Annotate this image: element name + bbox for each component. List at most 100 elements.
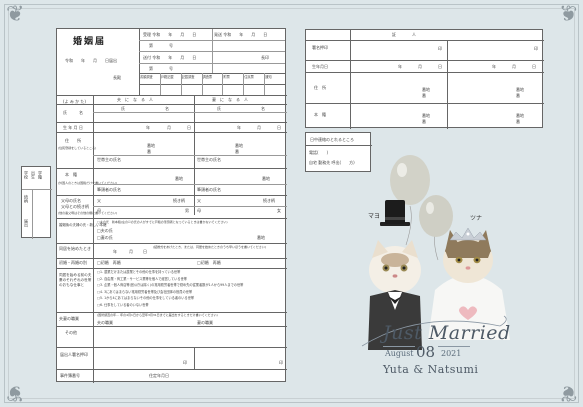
occupation-option-2[interactable]: □2. 自由業・商工業・サービス業等を個人で経営している世帯 [97, 277, 187, 281]
cat-tag-groom: マヨ [368, 213, 381, 220]
form-addressee: 長殿 [113, 75, 121, 80]
wife-header: 妻 に な る 人 [212, 97, 248, 102]
receipt-check-3: 調査票 [202, 75, 213, 79]
receipt-number-2: 第 号 [149, 66, 173, 71]
wife-daughter: 女 [277, 208, 281, 213]
parents-sublabel: 父母との続き柄 [61, 204, 89, 209]
honseki-label: 本 籍 [65, 172, 77, 177]
receipt-number-1: 第 号 [149, 43, 173, 48]
witness1-honseki-banchi: 番地 [422, 113, 430, 118]
occupation-option-3[interactable]: □3. 企業・個人商店等(官公庁は除く)の常用勤労者世帯で勤め先の従業者数が1人… [97, 283, 243, 287]
husband-son: 男 [185, 208, 189, 213]
witness2-honseki-banchi: 番地 [516, 113, 524, 118]
husband-first-check[interactable]: □初婚 再婚 [97, 261, 121, 265]
receipt-check-0: 書類調査 [140, 75, 153, 79]
witness-address-label: 住 所 [314, 85, 326, 90]
cohabit-label: 同居を始めたとき [59, 246, 91, 251]
address-label: 住 所 [65, 138, 81, 143]
couple-names: Yuta & Natsumi [383, 363, 479, 376]
witness2-honseki-ban: 番 [516, 119, 520, 124]
date-year: 2021 [441, 349, 462, 358]
husband-father: 父 [97, 198, 101, 203]
date-month: August [385, 349, 414, 358]
husband-household-head: 世帯主の氏名 [97, 157, 121, 162]
wife-father: 父 [197, 198, 201, 203]
cohabit-day: 日 [143, 249, 147, 254]
wife-household-head: 世帯主の氏名 [197, 157, 221, 162]
case-number-label: 事件簿番号 [60, 373, 80, 378]
husband-address-ban: 番 [147, 149, 151, 154]
corner-ornament-bottom-right-icon: ❦ [558, 380, 577, 405]
wife-address-ban: 番 [235, 149, 239, 154]
side-label-4: 続柄 [24, 195, 29, 203]
witness2-address-banchi: 番地 [516, 87, 524, 92]
just-married-title: Just Married [383, 322, 511, 344]
wife-seal: 印 [279, 360, 283, 365]
witness-honseki-label: 本 籍 [314, 112, 326, 117]
name-label: 氏 名 [63, 110, 83, 115]
wife-job: 妻の職業 [197, 320, 213, 325]
cat-tag-bride: ツナ [470, 215, 483, 222]
husband-given-label: 名 [165, 106, 169, 111]
husband-hittousha: 筆頭者の氏名 [97, 187, 121, 192]
witness1-honseki-ban: 番 [422, 119, 426, 124]
cohabit-month: 月 [129, 249, 133, 254]
occupation-option-5[interactable]: □5. 1から4にあてはまらないその他の仕事をしている者のいる世帯 [97, 297, 194, 300]
witness1-address-banchi: 番地 [422, 87, 430, 92]
husband-job: 夫の職業 [97, 320, 113, 325]
side-label-5: 届出 [24, 219, 29, 227]
receipt-check-6: 通知 [265, 75, 272, 79]
corner-ornament-top-right-icon: ❦ [558, 2, 577, 27]
balloon-right [419, 195, 453, 237]
witness-signature-label: 署名押印 [312, 45, 328, 50]
receipt-check-4: 附票 [223, 75, 230, 79]
witness-birth-label: 生年月日 [312, 64, 328, 69]
witness1-year: 年 [398, 64, 402, 69]
witness2-seal: 印 [534, 46, 538, 51]
occupation-option-1[interactable]: □1. 農業だけまたは農業とその他の仕事を持っている世帯 [97, 270, 180, 274]
witness2-month: 月 [512, 64, 516, 69]
witness2-year: 年 [492, 64, 496, 69]
wife-hittousha: 筆頭者の氏名 [197, 187, 221, 192]
wife-first-check[interactable]: □初婚 再婚 [197, 261, 221, 265]
receipt-forwarded: 送付 令和 年 月 日 [143, 55, 197, 60]
occupation-option-4[interactable]: □4. 3にあてはまらない常用勤労者世帯及び会社団体の役員の世帯 [97, 290, 192, 294]
husband-mother: 母 [97, 208, 101, 213]
side-label-1: 学校 [24, 171, 29, 179]
wife-given-label: 名 [261, 106, 265, 111]
husband-header: 夫 に な る 人 [117, 97, 153, 102]
balloon-left [390, 155, 430, 205]
husband-surname-check[interactable]: □夫の氏 [97, 229, 113, 233]
witness-header: 証 人 [392, 32, 416, 37]
side-label-3: 学籍 [38, 171, 43, 179]
receipt-sent: 発送 令和 年 月 日 [214, 32, 268, 37]
witness1-day: 日 [438, 64, 442, 69]
date-day: 08 [416, 343, 436, 361]
parents-note: (他の養父母はその他の欄に書いてください) [58, 211, 118, 215]
husband-address-banchi: 番地 [147, 143, 155, 148]
corner-ornament-top-left-icon: ❦ [6, 2, 25, 27]
occupation-option-6[interactable]: □6. 仕事をしている者のいない世帯 [97, 303, 149, 307]
husband-seal: 印 [183, 360, 187, 365]
daytime-contact-label: 日中連絡のとれるところ [310, 137, 354, 142]
husband-birth-day: 日 [187, 125, 191, 130]
side-stamp-box: 学校 出生 学籍 続柄 届出 [21, 166, 52, 239]
receipt-check-1: 戸籍記載 [160, 75, 174, 79]
previous-marriage-label: 初婚・再婚の別 [59, 260, 87, 265]
daytime-phone: 電話( ) [309, 150, 329, 155]
witness-form: 証 人 署名押印 印 印 生年月日 年 月 日 年 月 日 住 所 番地 番 番… [305, 29, 544, 129]
daytime-phone-type: 自宅 勤務先 呼出( 方) [309, 160, 355, 165]
wife-surname-check[interactable]: □妻の氏 [97, 236, 113, 240]
husband-honseki-banchi: 番地 [175, 176, 183, 181]
husband-birth-year: 年 [146, 125, 150, 130]
new-honseki-banchi: 番地 [257, 235, 265, 240]
cohabit-note: (結婚式をあげたとき、または、同居を始めたときのうち早いほうを書いてください) [153, 245, 266, 249]
corner-ornament-bottom-left-icon: ❦ [6, 380, 25, 405]
husband-surname-label: 氏 [121, 106, 125, 111]
occupation-row-label: 夫妻の職業 [59, 316, 79, 321]
husband-birth-month: 月 [167, 125, 171, 130]
wife-relation: 続き柄 [263, 198, 275, 203]
wife-mother: 母 [197, 208, 201, 213]
new-honseki-note: □夫の氏 新本籍(左の☑の氏の人がすでに戸籍の筆頭者となっているときは書かないで… [97, 220, 228, 224]
birth-label: 生 年 月 日 [63, 125, 83, 130]
